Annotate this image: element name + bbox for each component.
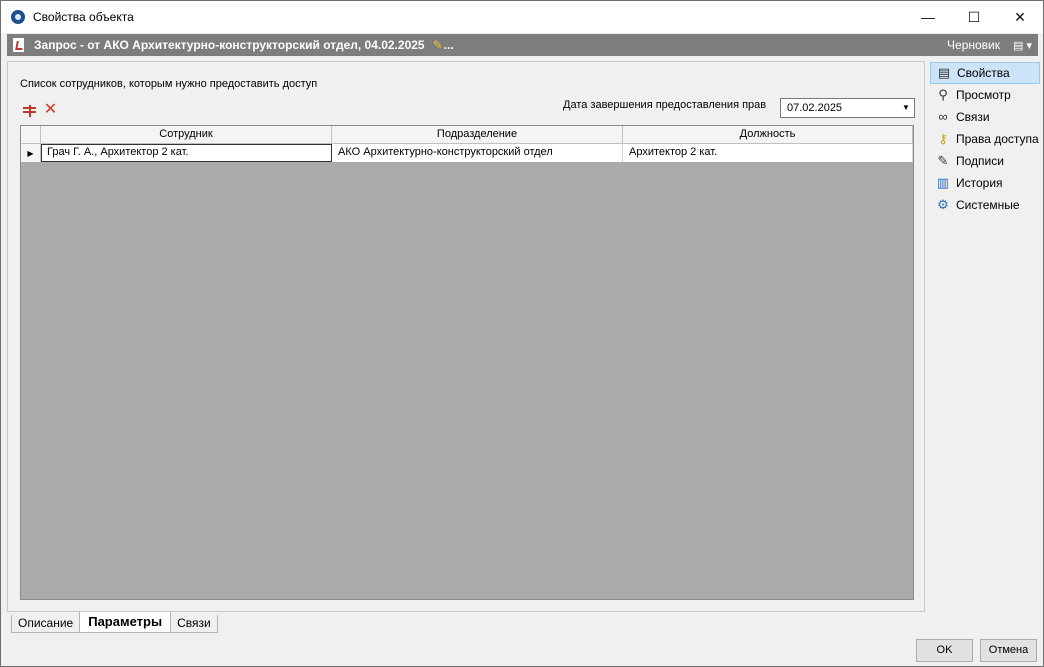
sidebar-item-preview[interactable]: ⚲ Просмотр — [930, 84, 1040, 106]
bottom-tabs: Описание Параметры Связи — [11, 612, 218, 633]
document-status: Черновик — [947, 38, 1000, 52]
row-pointer-icon[interactable]: ▶ — [21, 144, 41, 162]
row-selector-header — [21, 126, 41, 144]
cell-employee[interactable]: Грач Г. А., Архитектор 2 кат. — [41, 144, 332, 162]
title-bar: Свойства объекта — ☐ ✕ — [1, 1, 1043, 33]
document-title: Запрос - от АКО Архитектурно-конструктор… — [34, 38, 425, 52]
tab-parameters[interactable]: Параметры — [79, 612, 172, 633]
more-ellipsis[interactable]: ... — [444, 38, 454, 52]
close-button[interactable]: ✕ — [997, 1, 1043, 33]
document-icon — [13, 38, 24, 52]
grid-header: Сотрудник Подразделение Должность — [21, 126, 913, 144]
employees-list-label: Список сотрудников, которым нужно предос… — [20, 78, 318, 90]
minimize-button[interactable]: — — [905, 1, 951, 33]
sidebar-item-label: Права доступа — [956, 132, 1039, 146]
add-row-icon[interactable] — [21, 102, 38, 119]
tab-links[interactable]: Связи — [170, 615, 218, 633]
chevron-down-icon[interactable]: ▼ — [898, 99, 914, 117]
sidebar-item-system[interactable]: ⚙ Системные — [930, 194, 1040, 216]
delete-row-icon[interactable]: ✕ — [42, 101, 59, 118]
app-icon — [11, 10, 25, 24]
window-title: Свойства объекта — [33, 10, 134, 24]
system-icon: ⚙ — [937, 197, 949, 212]
properties-icon: ▤ — [937, 65, 951, 80]
sidebar-item-label: Подписи — [956, 154, 1004, 168]
employees-grid: Сотрудник Подразделение Должность ▶ Грач… — [20, 125, 914, 600]
sidebar-item-properties[interactable]: ▤ Свойства — [930, 62, 1040, 84]
sidebar-item-signatures[interactable]: ✎ Подписи — [930, 150, 1040, 172]
end-date-label: Дата завершения предоставления прав — [563, 99, 767, 111]
cancel-button[interactable]: Отмена — [980, 639, 1037, 662]
sidebar-item-label: Связи — [956, 110, 990, 124]
edit-pencil-icon[interactable]: ✎ — [433, 38, 443, 52]
pen-icon: ✎ — [937, 153, 949, 168]
cell-position[interactable]: Архитектор 2 кат. — [623, 144, 913, 162]
parameters-panel: Список сотрудников, которым нужно предос… — [7, 61, 925, 612]
end-date-select[interactable]: 07.02.2025 ▼ — [780, 98, 915, 118]
document-menu-icon[interactable]: ▤ ▾ — [1013, 39, 1032, 52]
sidebar-item-links[interactable]: ∞ Связи — [930, 106, 1040, 128]
end-date-value: 07.02.2025 — [787, 102, 843, 114]
document-header: Запрос - от АКО Архитектурно-конструктор… — [7, 34, 1038, 56]
cell-department[interactable]: АКО Архитектурно-конструкторский отдел — [332, 144, 623, 162]
sidebar-item-history[interactable]: ▥ История — [930, 172, 1040, 194]
sidebar-item-access-rights[interactable]: ⚷ Права доступа — [930, 128, 1040, 150]
sidebar-item-label: Системные — [956, 198, 1020, 212]
tab-description[interactable]: Описание — [11, 615, 81, 633]
keys-icon: ⚷ — [938, 131, 948, 146]
sidebar: ▤ Свойства ⚲ Просмотр ∞ Связи ⚷ Права до… — [930, 62, 1040, 216]
sidebar-item-label: Свойства — [957, 66, 1010, 80]
window-controls: — ☐ ✕ — [905, 1, 1043, 33]
column-header-position[interactable]: Должность — [623, 126, 913, 144]
sidebar-item-label: История — [956, 176, 1003, 190]
magnifier-icon: ⚲ — [938, 87, 948, 102]
history-icon: ▥ — [936, 175, 950, 190]
dialog-window: Свойства объекта — ☐ ✕ Запрос - от АКО А… — [0, 0, 1044, 667]
sidebar-item-label: Просмотр — [956, 88, 1011, 102]
link-icon: ∞ — [938, 109, 948, 124]
ok-button[interactable]: OK — [916, 639, 973, 662]
table-row[interactable]: ▶ Грач Г. А., Архитектор 2 кат. АКО Архи… — [21, 144, 913, 162]
column-header-department[interactable]: Подразделение — [332, 126, 623, 144]
column-header-employee[interactable]: Сотрудник — [41, 126, 332, 144]
maximize-button[interactable]: ☐ — [951, 1, 997, 33]
